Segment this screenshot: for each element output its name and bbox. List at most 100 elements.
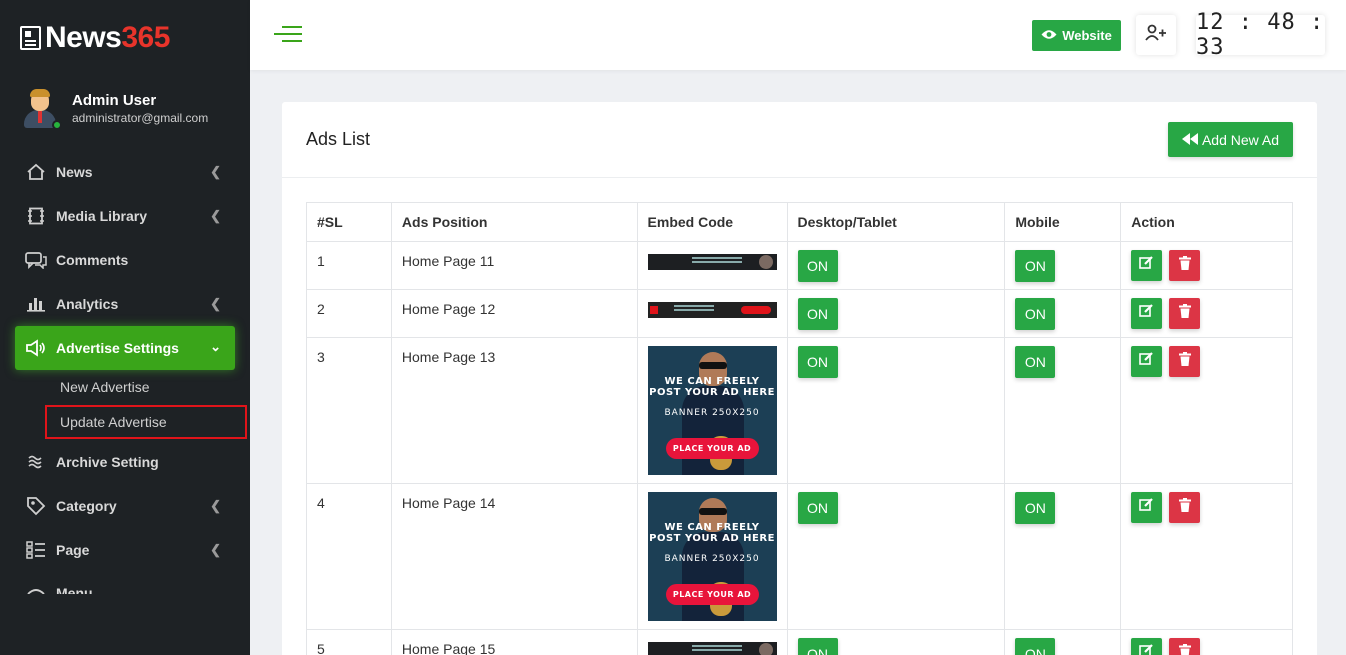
ad-headline: WE CAN FREELY POST YOUR AD HERE — [649, 376, 775, 398]
backward-icon — [1181, 132, 1198, 148]
table-header-row: #SL Ads Position Embed Code Desktop/Tabl… — [306, 202, 1293, 242]
trash-icon — [1178, 352, 1191, 366]
mobile-toggle-button[interactable]: ON — [1015, 638, 1056, 655]
ad-size-text: BANNER 250X250 — [664, 554, 760, 564]
ad-banner-preview — [647, 254, 777, 270]
megaphone-icon — [25, 338, 47, 358]
sidebar-item-label: News — [56, 164, 93, 180]
sidebar-item-menu[interactable]: Menu — [15, 572, 235, 594]
edit-icon — [1139, 304, 1153, 317]
sidebar-item-media-library[interactable]: Media Library ❮ — [15, 194, 235, 238]
edit-button[interactable] — [1131, 250, 1163, 281]
card-header: Ads List Add New Ad — [282, 102, 1317, 178]
website-button-label: Website — [1062, 28, 1112, 43]
edit-button[interactable] — [1131, 346, 1163, 377]
online-status-dot — [52, 120, 62, 130]
edit-button[interactable] — [1131, 492, 1163, 523]
embed-cell — [636, 289, 788, 338]
delete-button[interactable] — [1169, 298, 1201, 329]
user-email: administrator@gmail.com — [72, 110, 209, 125]
sidebar-item-archive-setting[interactable]: Archive Setting — [15, 440, 235, 484]
chevron-left-icon: ❮ — [210, 542, 221, 557]
add-user-icon — [1145, 24, 1167, 47]
logo[interactable]: News365 — [20, 18, 170, 58]
ad-square-preview: WE CAN FREELY POST YOUR AD HERE BANNER 2… — [647, 492, 777, 621]
mobile-toggle-button[interactable]: ON — [1015, 492, 1056, 524]
embed-cell: WE CAN FREELY POST YOUR AD HERE BANNER 2… — [636, 337, 788, 484]
delete-button[interactable] — [1169, 638, 1201, 655]
chevron-left-icon: ❮ — [210, 164, 221, 179]
ad-cta: PLACE YOUR AD — [665, 584, 759, 605]
column-header: Mobile — [1004, 202, 1122, 242]
delete-button[interactable] — [1169, 250, 1201, 281]
mobile-toggle-button[interactable]: ON — [1015, 298, 1056, 330]
row-sl: 2 — [306, 289, 392, 338]
mobile-toggle-button[interactable]: ON — [1015, 250, 1056, 282]
sidebar-item-analytics[interactable]: Analytics ❮ — [15, 282, 235, 326]
desktop-cell: ON — [786, 629, 1006, 655]
desktop-cell: ON — [786, 337, 1006, 484]
table-row: 4 Home Page 14 WE CAN FREELY POST YOUR A… — [306, 483, 1293, 630]
add-new-ad-button[interactable]: Add New Ad — [1168, 122, 1293, 157]
action-cell — [1120, 629, 1293, 655]
user-profile[interactable]: Admin User administrator@gmail.com — [20, 88, 209, 130]
desktop-toggle-button[interactable]: ON — [797, 250, 838, 282]
sidebar-item-news[interactable]: News ❮ — [15, 150, 235, 194]
action-cell — [1120, 483, 1293, 630]
table-row: 2 Home Page 12 ON ON — [306, 289, 1293, 338]
comments-icon — [25, 250, 47, 270]
ads-table: #SL Ads Position Embed Code Desktop/Tabl… — [306, 202, 1293, 655]
mobile-cell: ON — [1004, 483, 1122, 630]
edit-icon — [1139, 498, 1153, 511]
film-icon — [25, 206, 47, 226]
sidebar: News365 Admin User administrator@gmail.c… — [0, 0, 250, 655]
sidebar-item-page[interactable]: Page ❮ — [15, 528, 235, 572]
sidebar-item-category[interactable]: Category ❮ — [15, 484, 235, 528]
avatar — [20, 88, 62, 130]
bar-chart-icon — [25, 294, 47, 314]
page-title: Ads List — [306, 129, 371, 149]
desktop-toggle-button[interactable]: ON — [797, 346, 838, 378]
edit-button[interactable] — [1131, 638, 1163, 655]
ad-size-text: BANNER 250X250 — [664, 408, 760, 418]
brand-name: News365 — [45, 21, 170, 55]
desktop-cell: ON — [786, 289, 1006, 338]
topbar: Website 12 : 48 : 33 — [250, 0, 1346, 70]
mobile-cell: ON — [1004, 289, 1122, 338]
trash-icon — [1178, 498, 1191, 512]
row-position: Home Page 11 — [390, 241, 638, 290]
mobile-cell: ON — [1004, 337, 1122, 484]
mobile-cell: ON — [1004, 241, 1122, 290]
desktop-toggle-button[interactable]: ON — [797, 298, 838, 330]
row-sl: 3 — [306, 337, 392, 484]
delete-button[interactable] — [1169, 346, 1201, 377]
website-button[interactable]: Website — [1032, 20, 1121, 51]
edit-button[interactable] — [1131, 298, 1163, 329]
edit-icon — [1139, 352, 1153, 365]
ad-square-preview: WE CAN FREELY POST YOUR AD HERE BANNER 2… — [647, 346, 777, 475]
brand-name-part2: 365 — [121, 21, 170, 54]
delete-button[interactable] — [1169, 492, 1201, 523]
mobile-toggle-button[interactable]: ON — [1015, 346, 1056, 378]
archive-icon — [25, 452, 47, 472]
chevron-left-icon: ❮ — [210, 498, 221, 513]
hamburger-menu-icon[interactable] — [274, 26, 302, 44]
add-user-button[interactable] — [1136, 15, 1176, 55]
mobile-cell: ON — [1004, 629, 1122, 655]
action-cell — [1120, 289, 1293, 338]
desktop-toggle-button[interactable]: ON — [797, 492, 838, 524]
tag-icon — [25, 496, 47, 516]
user-name: Admin User — [72, 91, 157, 109]
table-row: 3 Home Page 13 WE CAN FREELY POST YOUR A… — [306, 337, 1293, 484]
desktop-cell: ON — [786, 483, 1006, 630]
subnav-new-advertise[interactable]: New Advertise — [60, 379, 149, 395]
row-sl: 1 — [306, 241, 392, 290]
ads-list-card: Ads List Add New Ad #SL Ads Position Emb… — [282, 102, 1317, 655]
sidebar-item-advertise-settings[interactable]: Advertise Settings ⌄ — [15, 326, 235, 370]
sidebar-item-comments[interactable]: Comments — [15, 238, 235, 282]
desktop-toggle-button[interactable]: ON — [797, 638, 838, 655]
action-cell — [1120, 241, 1293, 290]
ad-banner-preview — [647, 642, 777, 655]
highlight-box — [45, 405, 247, 439]
sidebar-item-label: Page — [56, 542, 90, 558]
